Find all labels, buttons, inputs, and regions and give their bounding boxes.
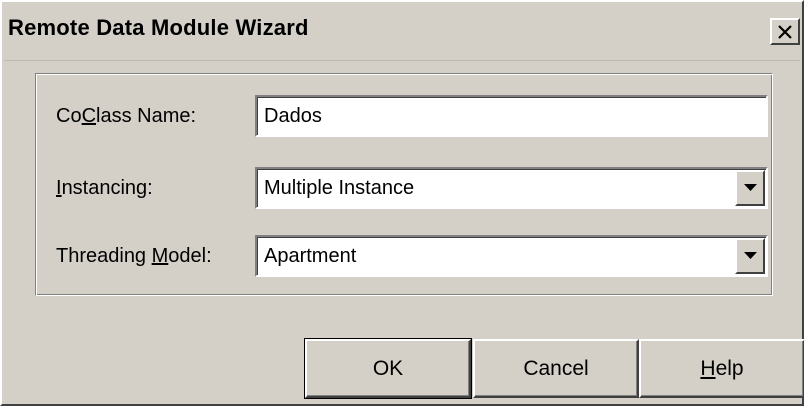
threading-model-label: Threading Model: — [56, 245, 212, 267]
threading-model-select[interactable]: Apartment — [255, 235, 768, 277]
instancing-select[interactable]: Multiple Instance — [255, 167, 768, 209]
threading-accelerator: M — [151, 245, 169, 267]
ok-button[interactable]: OK — [304, 338, 472, 399]
close-button[interactable] — [770, 18, 800, 45]
coclass-name-value: Dados — [264, 105, 322, 127]
instancing-dropdown-button[interactable] — [735, 170, 765, 206]
instancing-selected-value: Multiple Instance — [264, 177, 415, 199]
title-bar[interactable]: Remote Data Module Wizard — [4, 4, 800, 61]
instancing-label: Instancing: — [56, 177, 153, 199]
coclass-accelerator: C — [81, 105, 97, 127]
help-button[interactable]: Help — [639, 339, 804, 398]
coclass-name-input[interactable]: Dados — [255, 95, 768, 137]
close-icon — [778, 25, 792, 39]
threading-dropdown-button[interactable] — [735, 238, 765, 274]
help-accelerator: H — [700, 357, 716, 380]
cancel-button[interactable]: Cancel — [473, 339, 639, 398]
chevron-down-icon — [744, 252, 757, 259]
window-title: Remote Data Module Wizard — [8, 15, 309, 40]
chevron-down-icon — [744, 184, 757, 191]
threading-model-selected-value: Apartment — [264, 245, 357, 267]
remote-data-module-wizard-dialog: Remote Data Module Wizard CoClass Name: … — [0, 0, 804, 406]
coclass-name-label: CoClass Name: — [56, 105, 197, 127]
